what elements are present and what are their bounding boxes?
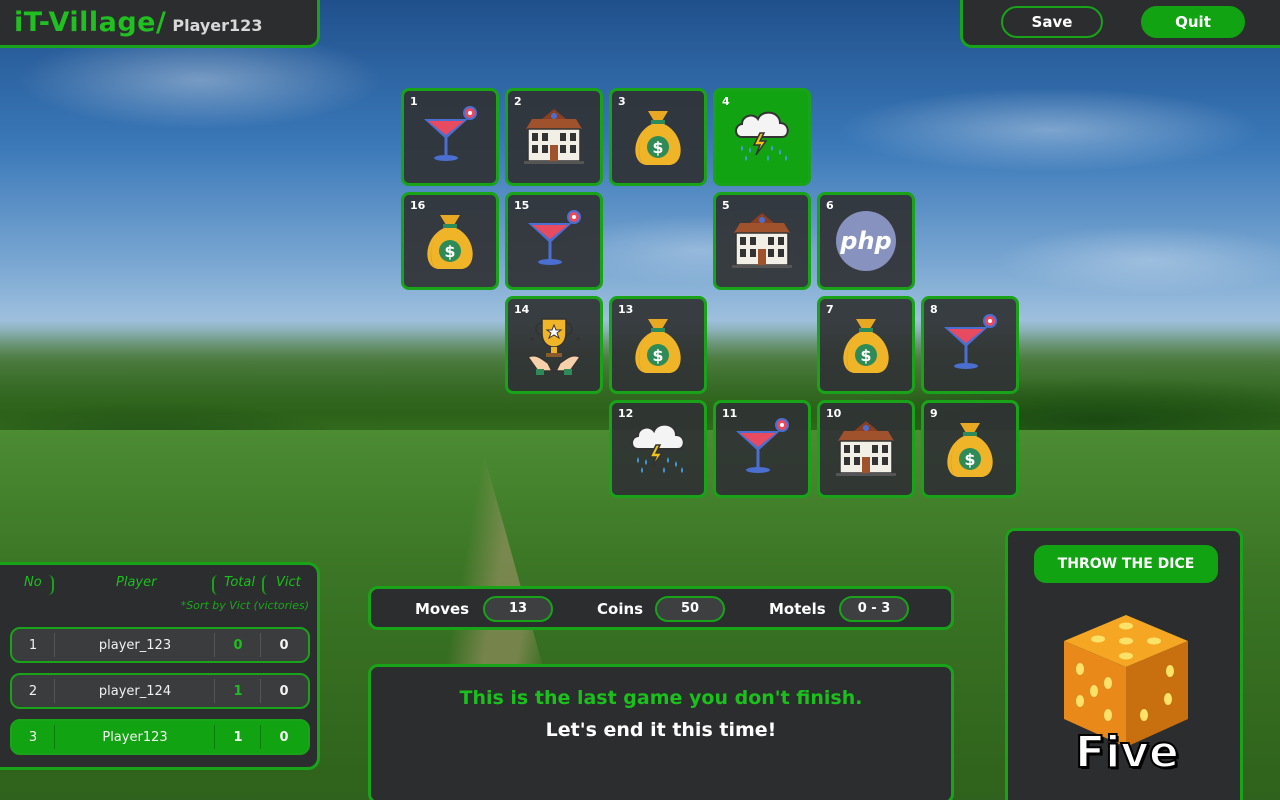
message-line-2: Let's end it this time! — [545, 719, 777, 741]
dice-result: Five — [1074, 726, 1180, 779]
board-tile-13[interactable]: 13 — [609, 296, 707, 394]
row-rank: 3 — [28, 730, 38, 745]
col-header-vict[interactable]: Vict — [276, 575, 301, 590]
quit-button[interactable]: Quit — [1141, 6, 1245, 38]
board-tile-14[interactable]: 14 — [505, 296, 603, 394]
tile-number: 2 — [514, 95, 522, 108]
board-tile-5[interactable]: 5 — [713, 192, 811, 290]
header-divider — [212, 575, 218, 595]
board-tile-3[interactable]: 3 — [609, 88, 707, 186]
header-divider — [48, 575, 54, 595]
storm-cloud-icon — [626, 417, 690, 481]
col-header-no[interactable]: No — [24, 575, 42, 590]
tile-number: 4 — [722, 95, 730, 108]
board-tile-15[interactable]: 15 — [505, 192, 603, 290]
message-box: This is the last game you don't finish. … — [368, 664, 954, 800]
tile-number: 7 — [826, 303, 834, 316]
row-rank: 1 — [28, 638, 38, 653]
tile-number: 9 — [930, 407, 938, 420]
save-button[interactable]: Save — [1001, 6, 1103, 38]
motel-icon — [730, 209, 794, 273]
tile-number: 6 — [826, 199, 834, 212]
header-divider — [262, 575, 268, 595]
php-logo-text: php — [839, 227, 891, 255]
row-total: 1 — [233, 684, 243, 699]
cocktail-icon — [418, 105, 482, 169]
app-title: iT-Village/ — [14, 7, 167, 38]
row-total: 1 — [233, 730, 243, 745]
leaderboard-panel: No Player Total Vict *Sort by Vict (vict… — [0, 562, 320, 770]
dice-panel: THROW THE DICE Five — [1005, 528, 1243, 800]
title-panel: iT-Village/ Player123 — [0, 0, 320, 48]
cocktail-icon — [938, 313, 1002, 377]
board-tile-11[interactable]: 11 — [713, 400, 811, 498]
board-tile-4[interactable]: 4 — [713, 88, 811, 186]
board-tile-6[interactable]: 6 php — [817, 192, 915, 290]
motels-value: 0 - 3 — [839, 596, 909, 622]
row-player: player_123 — [98, 638, 172, 653]
coins-label: Coins — [597, 600, 644, 618]
motels-label: Motels — [769, 600, 826, 618]
moves-value: 13 — [483, 596, 553, 622]
row-vict: 0 — [279, 638, 289, 653]
top-controls: Save Quit — [960, 0, 1280, 48]
board-tile-12[interactable]: 12 — [609, 400, 707, 498]
money-bag-icon — [418, 209, 482, 273]
throw-dice-button[interactable]: THROW THE DICE — [1034, 545, 1218, 583]
cocktail-icon — [730, 417, 794, 481]
moves-label: Moves — [415, 600, 470, 618]
row-player: player_124 — [98, 684, 172, 699]
stats-bar: Moves 13 Coins 50 Motels 0 - 3 — [368, 586, 954, 630]
message-line-1: This is the last game you don't finish. — [459, 687, 863, 709]
money-bag-icon — [938, 417, 1002, 481]
current-player-name: Player123 — [172, 16, 263, 35]
board-tile-10[interactable]: 10 — [817, 400, 915, 498]
money-bag-icon — [834, 313, 898, 377]
coins-value: 50 — [655, 596, 725, 622]
row-total: 0 — [233, 638, 243, 653]
cocktail-icon — [522, 209, 586, 273]
leaderboard-row[interactable]: 1 player_123 0 0 — [10, 627, 310, 663]
row-player: Player123 — [102, 730, 168, 745]
board-tile-1[interactable]: 1 — [401, 88, 499, 186]
trophy-icon — [522, 313, 586, 377]
money-bag-icon — [626, 313, 690, 377]
col-header-player[interactable]: Player — [116, 575, 156, 590]
board-tile-8[interactable]: 8 — [921, 296, 1019, 394]
row-rank: 2 — [28, 684, 38, 699]
motel-icon — [522, 105, 586, 169]
leaderboard-row[interactable]: 2 player_124 1 0 — [10, 673, 310, 709]
money-bag-icon — [626, 105, 690, 169]
tile-number: 8 — [930, 303, 938, 316]
board-tile-7[interactable]: 7 — [817, 296, 915, 394]
tile-number: 5 — [722, 199, 730, 212]
col-header-total[interactable]: Total — [224, 575, 255, 590]
tile-number: 3 — [618, 95, 626, 108]
board-tile-9[interactable]: 9 — [921, 400, 1019, 498]
board-tile-16[interactable]: 16 — [401, 192, 499, 290]
leaderboard-row-current[interactable]: 3 Player123 1 0 — [10, 719, 310, 755]
php-icon: php — [836, 211, 896, 271]
row-vict: 0 — [279, 684, 289, 699]
board-tile-2[interactable]: 2 — [505, 88, 603, 186]
sort-note: *Sort by Vict (victories) — [180, 599, 309, 612]
tile-number: 1 — [410, 95, 418, 108]
motel-icon — [834, 417, 898, 481]
leaderboard-header: No Player Total Vict — [0, 571, 320, 595]
row-vict: 0 — [279, 730, 289, 745]
storm-cloud-icon — [730, 105, 794, 169]
